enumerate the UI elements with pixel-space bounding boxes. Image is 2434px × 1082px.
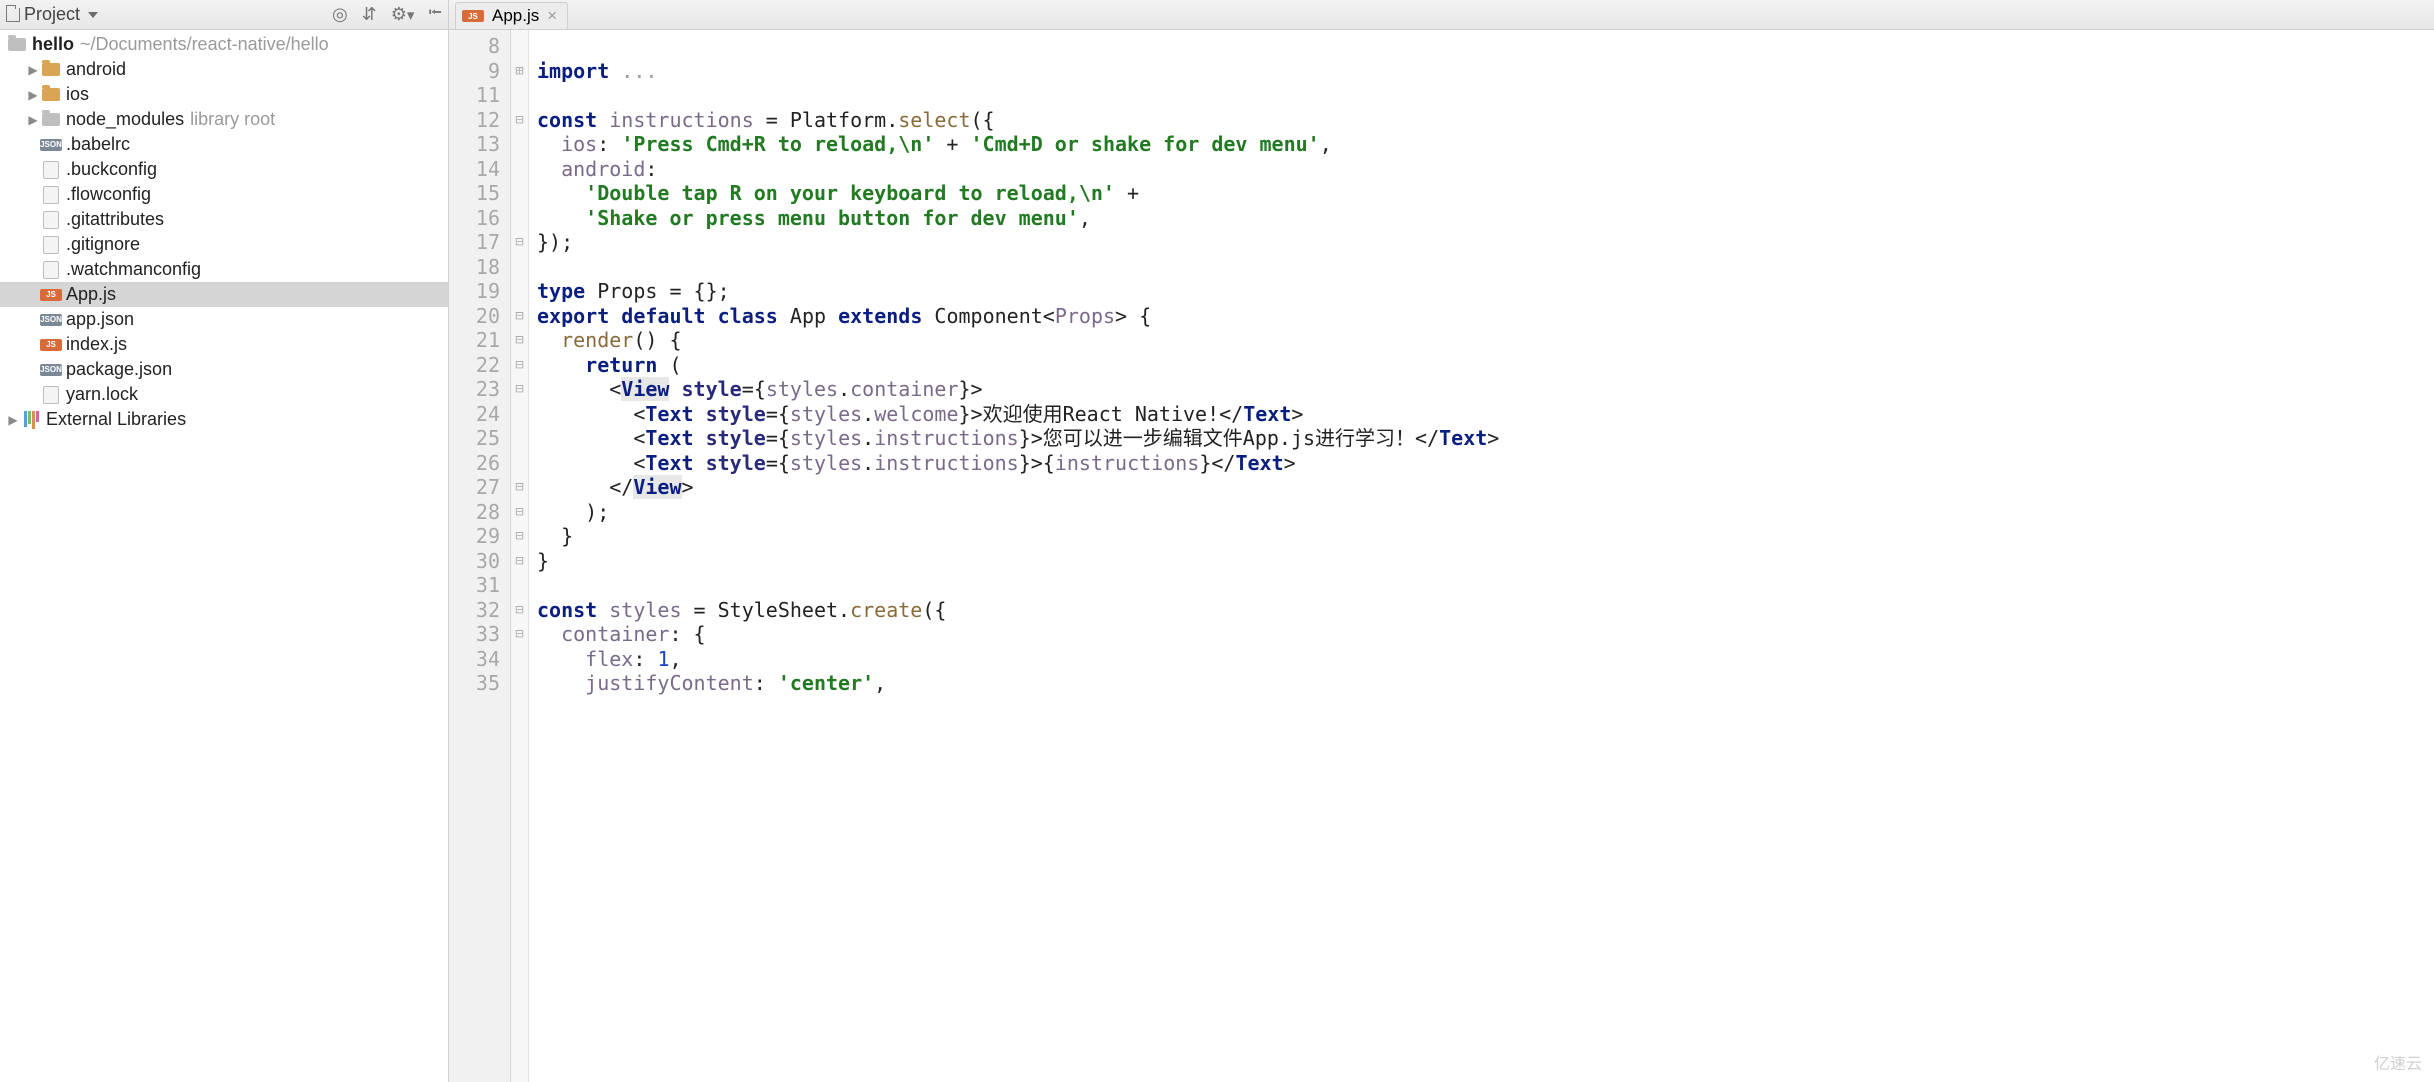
tree-item-hint: library root xyxy=(190,109,275,130)
editor-tabs: JS App.js × xyxy=(449,0,2434,30)
tree-item-label: android xyxy=(66,59,126,80)
folder-icon xyxy=(8,38,26,51)
chevron-down-icon xyxy=(88,12,98,18)
tree-item-label: package.json xyxy=(66,359,172,380)
tree-item-label: .watchmanconfig xyxy=(66,259,201,280)
tree-item[interactable]: yarn.lock xyxy=(0,382,448,407)
file-icon xyxy=(43,161,59,179)
tree-root-path: ~/Documents/react-native/hello xyxy=(80,34,329,55)
file-icon xyxy=(43,236,59,254)
sidebar-title[interactable]: Project xyxy=(6,4,98,25)
tree-item-label: ios xyxy=(66,84,89,105)
folder-icon xyxy=(42,113,60,126)
js-icon: JS xyxy=(462,10,484,22)
tree-item[interactable]: .gitignore xyxy=(0,232,448,257)
file-icon xyxy=(43,211,59,229)
project-icon xyxy=(6,8,20,22)
project-tree[interactable]: hello ~/Documents/react-native/hello ▶ an… xyxy=(0,30,448,1082)
tree-item-label: .buckconfig xyxy=(66,159,157,180)
editor-body: 8911121314151617181920212223242526272829… xyxy=(449,30,2434,1082)
tree-item[interactable]: .flowconfig xyxy=(0,182,448,207)
folder-icon xyxy=(42,63,60,76)
json-icon: JSON xyxy=(40,364,62,376)
js-icon: JS xyxy=(40,339,62,351)
line-gutter[interactable]: 8911121314151617181920212223242526272829… xyxy=(449,30,511,1082)
target-icon[interactable]: ◎ xyxy=(332,4,348,25)
tree-item-label: .babelrc xyxy=(66,134,130,155)
tree-root-name: hello xyxy=(32,34,74,55)
external-libraries[interactable]: ▶ External Libraries xyxy=(0,407,448,432)
tree-item[interactable]: .gitattributes xyxy=(0,207,448,232)
tree-item[interactable]: .buckconfig xyxy=(0,157,448,182)
libraries-icon xyxy=(24,411,39,429)
collapse-icon[interactable]: ⭰ xyxy=(428,0,442,30)
chevron-right-icon[interactable]: ▶ xyxy=(26,63,40,77)
tree-item-label: .flowconfig xyxy=(66,184,151,205)
tab-label: App.js xyxy=(492,6,539,26)
js-icon: JS xyxy=(40,289,62,301)
tree-item-label: node_modules xyxy=(66,109,184,130)
tree-item-label: yarn.lock xyxy=(66,384,138,405)
tree-item-label: .gitignore xyxy=(66,234,140,255)
editor-pane: JS App.js × 8911121314151617181920212223… xyxy=(449,0,2434,1082)
project-sidebar: Project ◎ ⇵ ⚙▾ ⭰ hello ~/Documents/react… xyxy=(0,0,449,1082)
file-icon xyxy=(43,186,59,204)
json-icon: JSON xyxy=(40,139,62,151)
tree-item[interactable]: .watchmanconfig xyxy=(0,257,448,282)
folder-icon xyxy=(42,88,60,101)
tree-item[interactable]: ▶ android xyxy=(0,57,448,82)
tab-app-js[interactable]: JS App.js × xyxy=(455,2,568,29)
sidebar-toolbar: Project ◎ ⇵ ⚙▾ ⭰ xyxy=(0,0,448,30)
sidebar-title-label: Project xyxy=(24,4,80,25)
tree-item-label: app.json xyxy=(66,309,134,330)
tree-item[interactable]: ▶ node_modules library root xyxy=(0,107,448,132)
tree-item[interactable]: JSON app.json xyxy=(0,307,448,332)
fold-column[interactable]: ⊞⊟⊟⊟⊟⊟⊟⊟⊟⊟⊟⊟⊟ xyxy=(511,30,529,1082)
gear-icon[interactable]: ⚙▾ xyxy=(391,4,415,25)
watermark: 亿速云 xyxy=(2374,1050,2422,1074)
tree-item-label: .gitattributes xyxy=(66,209,164,230)
slider-icon[interactable]: ⇵ xyxy=(362,4,377,25)
tree-root[interactable]: hello ~/Documents/react-native/hello xyxy=(0,32,448,57)
file-icon xyxy=(43,386,59,404)
tree-item[interactable]: ▶ ios xyxy=(0,82,448,107)
external-libraries-label: External Libraries xyxy=(46,409,186,430)
tree-item[interactable]: JSON .babelrc xyxy=(0,132,448,157)
tree-item-label: App.js xyxy=(66,284,116,305)
code-area[interactable]: import ...const instructions = Platform.… xyxy=(529,30,2434,1082)
tree-item-label: index.js xyxy=(66,334,127,355)
tree-item[interactable]: JSON package.json xyxy=(0,357,448,382)
tree-item[interactable]: JS App.js xyxy=(0,282,448,307)
json-icon: JSON xyxy=(40,314,62,326)
file-icon xyxy=(43,261,59,279)
tree-item[interactable]: JS index.js xyxy=(0,332,448,357)
chevron-right-icon[interactable]: ▶ xyxy=(26,88,40,102)
close-icon[interactable]: × xyxy=(547,6,557,26)
ide-root: Project ◎ ⇵ ⚙▾ ⭰ hello ~/Documents/react… xyxy=(0,0,2434,1082)
chevron-right-icon[interactable]: ▶ xyxy=(26,113,40,127)
